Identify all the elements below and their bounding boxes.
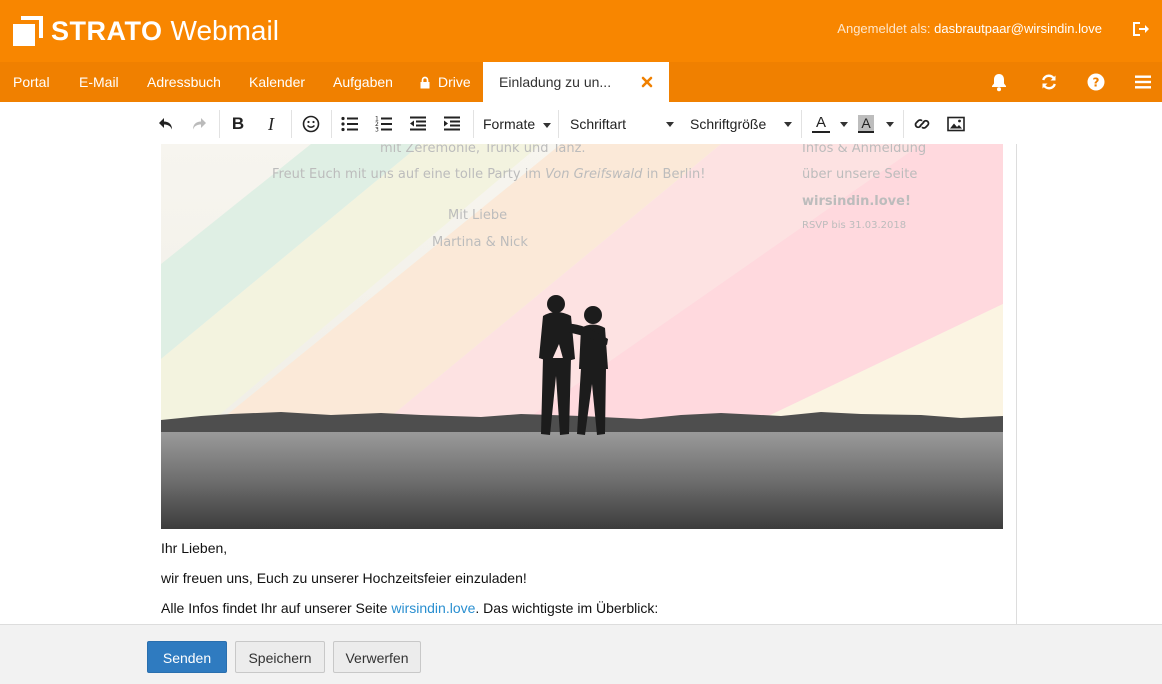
nav-portal[interactable]: Portal bbox=[13, 62, 50, 102]
message-greeting: Ihr Lieben, bbox=[161, 540, 228, 556]
editor-toolbar: B I 123 Formate Schriftart Schriftgröße … bbox=[0, 102, 1162, 144]
logout-icon[interactable] bbox=[1130, 19, 1150, 39]
formats-dropdown[interactable]: Formate bbox=[483, 113, 552, 135]
chevron-down-icon bbox=[666, 122, 674, 127]
background-color-button[interactable]: A bbox=[858, 113, 898, 135]
save-button[interactable]: Speichern bbox=[235, 641, 325, 673]
svg-text:?: ? bbox=[1093, 76, 1100, 90]
toolbar-separator bbox=[903, 110, 904, 138]
bold-icon[interactable]: B bbox=[227, 113, 249, 135]
bullet-list-icon[interactable] bbox=[339, 113, 361, 135]
nav-actions: ? bbox=[976, 62, 1162, 102]
toolbar-separator bbox=[291, 110, 292, 138]
help-icon[interactable]: ? bbox=[1073, 62, 1119, 102]
invitation-line1: mit Zeremonie, Trunk und Tanz. bbox=[380, 144, 586, 156]
brand-name: STRATO bbox=[51, 15, 163, 46]
invitation-line2-pre: Freut Euch mit uns auf eine tolle Party … bbox=[272, 167, 541, 182]
text-color-button[interactable]: A bbox=[812, 113, 850, 135]
chevron-down-icon bbox=[543, 122, 552, 128]
formats-label: Formate bbox=[483, 116, 536, 132]
message-line2-pre: Alle Infos findet Ihr auf unserer Seite bbox=[161, 600, 388, 616]
tab-compose-label: Einladung zu un... bbox=[499, 74, 612, 90]
nav-drive-label: Drive bbox=[438, 74, 471, 90]
text-color-icon: A bbox=[812, 115, 830, 133]
signed-in-label: Angemeldet als: bbox=[837, 21, 931, 36]
invitation-line2-post: in Berlin! bbox=[646, 167, 706, 182]
message-line2: Alle Infos findet Ihr auf unserer Seite … bbox=[161, 600, 658, 616]
italic-icon[interactable]: I bbox=[260, 113, 282, 135]
image-icon[interactable] bbox=[945, 113, 967, 135]
toolbar-separator bbox=[558, 110, 559, 138]
background-color-icon: A bbox=[858, 115, 874, 133]
nav-drive[interactable]: Drive bbox=[419, 62, 471, 102]
nav-calendar[interactable]: Kalender bbox=[249, 62, 305, 102]
nav-address-book[interactable]: Adressbuch bbox=[147, 62, 221, 102]
font-size-dropdown[interactable]: Schriftgröße bbox=[690, 113, 792, 135]
chevron-down-icon bbox=[886, 121, 894, 127]
font-family-label: Schriftart bbox=[570, 116, 627, 132]
invitation-closing: Mit Liebe bbox=[448, 208, 508, 223]
undo-icon[interactable] bbox=[155, 113, 177, 135]
message-line1: wir freuen uns, Euch zu unserer Hochzeit… bbox=[161, 570, 527, 586]
top-bar: STRATO Webmail Angemeldet als: dasbrautp… bbox=[0, 0, 1162, 62]
nav-tasks[interactable]: Aufgaben bbox=[333, 62, 393, 102]
chevron-down-icon bbox=[840, 121, 848, 127]
message-line2-post: . Das wichtigste im Überblick: bbox=[475, 600, 659, 616]
toolbar-separator bbox=[473, 110, 474, 138]
invitation-image: mit Zeremonie, Trunk und Tanz. Freut Euc… bbox=[161, 144, 1003, 529]
link-icon[interactable] bbox=[911, 113, 933, 135]
nav-email[interactable]: E-Mail bbox=[79, 62, 119, 102]
invitation-site: wirsindin.love! bbox=[802, 194, 911, 209]
strato-logo[interactable]: STRATO Webmail bbox=[13, 15, 279, 47]
chevron-down-icon bbox=[784, 122, 792, 127]
invitation-names: Martina & Nick bbox=[432, 235, 528, 250]
lock-icon bbox=[420, 76, 430, 88]
tab-compose[interactable]: Einladung zu un... bbox=[483, 62, 669, 102]
numbered-list-icon[interactable]: 123 bbox=[373, 113, 395, 135]
invitation-venue: Von Greifswald bbox=[545, 167, 643, 182]
compose-footer: Senden Speichern Verwerfen bbox=[0, 624, 1162, 684]
invitation-line2: Freut Euch mit uns auf eine tolle Party … bbox=[272, 167, 705, 182]
toolbar-separator bbox=[331, 110, 332, 138]
account-email: dasbrautpaar@wirsindin.love bbox=[934, 21, 1102, 36]
font-size-label: Schriftgröße bbox=[690, 116, 767, 132]
toolbar-separator bbox=[219, 110, 220, 138]
strato-logo-mark bbox=[13, 16, 43, 46]
invitation-info2: über unsere Seite bbox=[802, 167, 918, 182]
font-family-dropdown[interactable]: Schriftart bbox=[570, 113, 674, 135]
bell-icon[interactable] bbox=[976, 62, 1022, 102]
menu-icon[interactable] bbox=[1120, 62, 1162, 102]
emoji-icon[interactable] bbox=[300, 113, 322, 135]
website-link[interactable]: wirsindin.love bbox=[391, 600, 475, 616]
outdent-icon[interactable] bbox=[407, 113, 429, 135]
svg-text:3: 3 bbox=[375, 127, 379, 134]
indent-icon[interactable] bbox=[441, 113, 463, 135]
send-button[interactable]: Senden bbox=[147, 641, 227, 673]
refresh-icon[interactable] bbox=[1026, 62, 1072, 102]
invitation-rsvp: RSVP bis 31.03.2018 bbox=[802, 220, 907, 231]
product-name: Webmail bbox=[170, 15, 279, 46]
signed-in-info: Angemeldet als: dasbrautpaar@wirsindin.l… bbox=[837, 21, 1102, 36]
redo-icon[interactable] bbox=[188, 113, 210, 135]
discard-button[interactable]: Verwerfen bbox=[333, 641, 421, 673]
toolbar-separator bbox=[801, 110, 802, 138]
invitation-info1: Infos & Anmeldung bbox=[802, 144, 927, 156]
close-icon[interactable] bbox=[639, 74, 655, 90]
